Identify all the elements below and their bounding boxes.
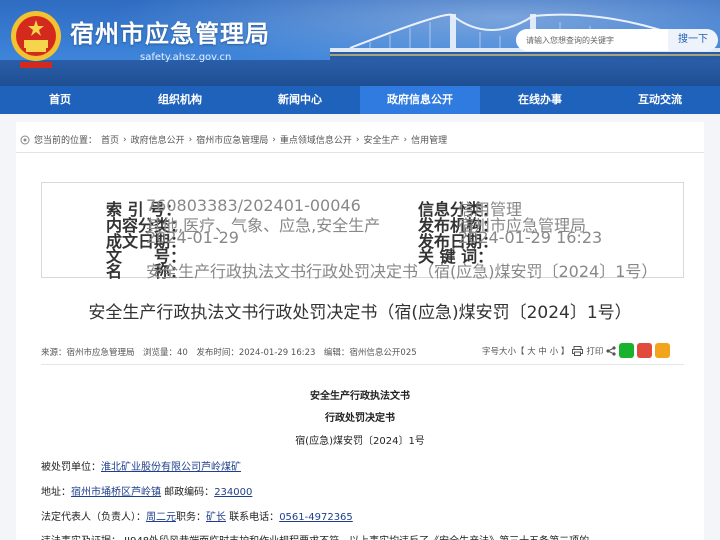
doc-heading-1: 安全生产行政执法文书 bbox=[310, 391, 410, 402]
doc-heading-2: 行政处罚决定书 bbox=[325, 413, 395, 424]
breadcrumb-bureau[interactable]: 宿州市应急管理局 bbox=[196, 133, 268, 146]
print-icon[interactable] bbox=[572, 345, 584, 356]
nav-item-online-service[interactable]: 在线办事 bbox=[480, 86, 600, 114]
breadcrumb-prefix: 您当前的位置： bbox=[34, 136, 98, 146]
position-label: 职务： bbox=[176, 512, 206, 523]
share-icon[interactable] bbox=[606, 345, 616, 356]
address-label: 地址： bbox=[41, 487, 71, 498]
breadcrumb-sep: › bbox=[403, 134, 408, 145]
nav-item-organization[interactable]: 组织机构 bbox=[120, 86, 240, 114]
breadcrumb-sep: › bbox=[188, 134, 193, 145]
party-label: 被处罚单位： bbox=[41, 462, 101, 473]
search-button[interactable]: 搜一下 bbox=[668, 29, 718, 51]
info-divider bbox=[41, 364, 684, 365]
postcode-value: 234000 bbox=[214, 487, 253, 498]
site-header: 宿州市应急管理局 safety.ahsz.gov.cn 请输入您想查询的关键字 … bbox=[0, 0, 720, 86]
site-domain: safety.ahsz.gov.cn bbox=[140, 52, 232, 63]
doc-number: 宿(应急)煤安罚〔2024〕1号 bbox=[295, 436, 425, 447]
meta-keywords-label: 关 键 词： bbox=[418, 247, 494, 266]
breadcrumb: 您当前的位置： 首页 › 政府信息公开 › 宿州市应急管理局 › 重点领域信息公… bbox=[20, 133, 447, 146]
search-input[interactable]: 请输入您想查询的关键字 bbox=[516, 29, 670, 51]
article-info-line: 来源：宿州市应急管理局 浏览量：40 发布时间：2024-01-29 16:23… bbox=[41, 348, 417, 358]
phone-label: 联系电话： bbox=[226, 512, 280, 523]
party-field: 被处罚单位：淮北矿业股份有限公司芦岭煤矿 bbox=[41, 458, 241, 473]
rep-value: 周二元 bbox=[146, 512, 176, 523]
rep-label: 法定代表人（负责人）： bbox=[41, 512, 146, 523]
breadcrumb-key-areas[interactable]: 重点领域信息公开 bbox=[280, 133, 352, 146]
location-icon bbox=[20, 135, 30, 144]
address-field: 地址：宿州市埇桥区芦岭镇 邮政编码：234000 bbox=[41, 483, 252, 498]
breadcrumb-credit[interactable]: 信用管理 bbox=[411, 133, 447, 146]
phone-value: 0561-4972365 bbox=[279, 512, 353, 523]
party-value: 淮北矿业股份有限公司芦岭煤矿 bbox=[101, 462, 241, 473]
article-tools: 字号大小【 大 中 小 】 打印 bbox=[482, 343, 671, 358]
site-title: 宿州市应急管理局 bbox=[70, 20, 270, 48]
breadcrumb-sep: › bbox=[272, 134, 276, 145]
page-title: 安全生产行政执法文书行政处罚决定书（宿(应急)煤安罚〔2024〕1号） bbox=[88, 303, 632, 323]
document-meta-box: 索 引 号： 760803383/202401-00046 内容分类： 其他,医… bbox=[41, 182, 684, 281]
nav-item-home[interactable]: 首页 bbox=[0, 86, 120, 114]
postcode-label: 邮政编码： bbox=[161, 487, 215, 498]
print-button[interactable]: 打印 bbox=[586, 345, 603, 357]
address-value: 宿州市埇桥区芦岭镇 bbox=[71, 487, 161, 498]
breadcrumb-info-disclosure[interactable]: 政府信息公开 bbox=[131, 133, 185, 146]
breadcrumb-divider bbox=[16, 152, 704, 153]
breadcrumb-sep: › bbox=[355, 134, 360, 145]
facts-field: 违法事实及证据： II948外段风巷端面临时支护和作业规程要求不符，以上事实均违… bbox=[41, 532, 589, 540]
font-size-control[interactable]: 字号大小【 大 中 小 】 bbox=[482, 345, 569, 357]
favorite-star-icon[interactable] bbox=[655, 343, 671, 358]
position-value: 矿长 bbox=[206, 512, 226, 523]
nav-item-interaction[interactable]: 互动交流 bbox=[600, 86, 720, 114]
header-water bbox=[0, 60, 720, 86]
breadcrumb-safety[interactable]: 安全生产 bbox=[364, 133, 400, 146]
main-nav: 首页 组织机构 新闻中心 政府信息公开 在线办事 互动交流 bbox=[0, 86, 720, 114]
representative-field: 法定代表人（负责人）：周二元职务：矿长 联系电话：0561-4972365 bbox=[41, 508, 353, 523]
weibo-share-icon[interactable] bbox=[637, 343, 653, 358]
nav-item-info-disclosure[interactable]: 政府信息公开 bbox=[360, 86, 480, 114]
breadcrumb-home[interactable]: 首页 bbox=[101, 133, 119, 146]
meta-name-value: 安全生产行政执法文书行政处罚决定书（宿(应急)煤安罚〔2024〕1号） bbox=[146, 262, 658, 281]
national-emblem-icon bbox=[11, 11, 61, 68]
wechat-share-icon[interactable] bbox=[619, 343, 635, 358]
nav-item-news[interactable]: 新闻中心 bbox=[240, 86, 360, 114]
breadcrumb-sep: › bbox=[123, 134, 127, 145]
